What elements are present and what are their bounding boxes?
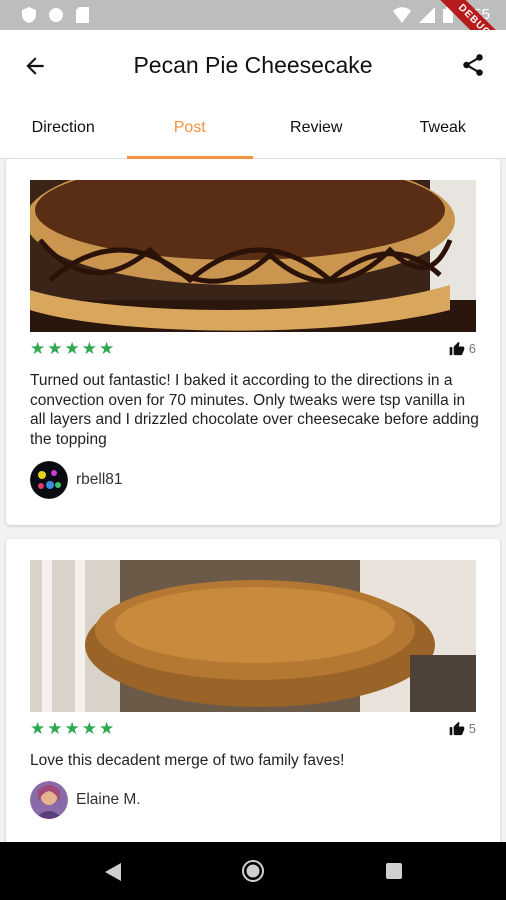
circle-icon bbox=[49, 8, 63, 22]
tab-review[interactable]: Review bbox=[253, 102, 380, 158]
post-photo[interactable] bbox=[30, 180, 476, 332]
post-author[interactable]: Elaine M. bbox=[30, 781, 141, 819]
tab-tweak[interactable]: Tweak bbox=[380, 102, 506, 158]
wifi-icon bbox=[392, 6, 411, 23]
star-icon: ★ bbox=[64, 719, 80, 738]
page-title: Pecan Pie Cheesecake bbox=[133, 52, 373, 78]
like-button[interactable]: 5 bbox=[449, 721, 476, 736]
tab-post[interactable]: Post bbox=[126, 102, 254, 159]
star-icon: ★ bbox=[81, 339, 97, 358]
app-bar: Pecan Pie Cheesecake bbox=[0, 30, 506, 102]
like-button[interactable]: 6 bbox=[449, 341, 476, 356]
star-icon: ★ bbox=[64, 339, 80, 358]
sd-card-icon bbox=[76, 7, 89, 23]
post-author[interactable]: rbell81 bbox=[30, 461, 123, 499]
star-icon: ★ bbox=[30, 719, 46, 738]
star-icon: ★ bbox=[81, 719, 97, 738]
post-photo[interactable] bbox=[30, 560, 476, 712]
nav-home-icon[interactable] bbox=[241, 859, 265, 883]
avatar[interactable] bbox=[30, 781, 68, 819]
tab-bar: Direction Post Review Tweak bbox=[0, 102, 506, 159]
star-icon: ★ bbox=[99, 339, 115, 358]
review-text: Love this decadent merge of two family f… bbox=[30, 752, 345, 769]
share-icon[interactable] bbox=[460, 52, 486, 78]
nav-back-icon[interactable] bbox=[105, 863, 121, 881]
post-list[interactable]: ★ ★ ★ ★ ★ 6 Turned out fantastic! I bake… bbox=[0, 159, 506, 842]
star-icon: ★ bbox=[99, 719, 115, 738]
post-card[interactable]: ★ ★ ★ ★ ★ 6 Turned out fantastic! I bake… bbox=[6, 159, 500, 525]
rating-stars: ★ ★ ★ ★ ★ bbox=[30, 340, 114, 357]
rating-stars: ★ ★ ★ ★ ★ bbox=[30, 720, 114, 737]
author-name: Elaine M. bbox=[76, 791, 141, 808]
star-icon: ★ bbox=[47, 719, 63, 738]
review-text: Turned out fantastic! I baked it accordi… bbox=[30, 372, 479, 448]
like-count: 5 bbox=[468, 721, 476, 736]
signal-icon bbox=[418, 6, 435, 23]
star-icon: ★ bbox=[30, 339, 46, 358]
system-nav-bar bbox=[0, 842, 506, 900]
thumbs-up-icon bbox=[449, 721, 465, 736]
avatar[interactable] bbox=[30, 461, 68, 499]
author-name: rbell81 bbox=[76, 471, 123, 488]
shield-icon bbox=[22, 7, 36, 23]
nav-recents-icon[interactable] bbox=[386, 863, 402, 879]
status-bar: 5:55 DEBUG bbox=[0, 0, 506, 70]
like-count: 6 bbox=[468, 341, 476, 356]
tab-direction[interactable]: Direction bbox=[0, 102, 127, 158]
post-card[interactable]: ★ ★ ★ ★ ★ 5 Love this decadent merge of … bbox=[6, 539, 500, 842]
thumbs-up-icon bbox=[449, 341, 465, 356]
star-icon: ★ bbox=[47, 339, 63, 358]
